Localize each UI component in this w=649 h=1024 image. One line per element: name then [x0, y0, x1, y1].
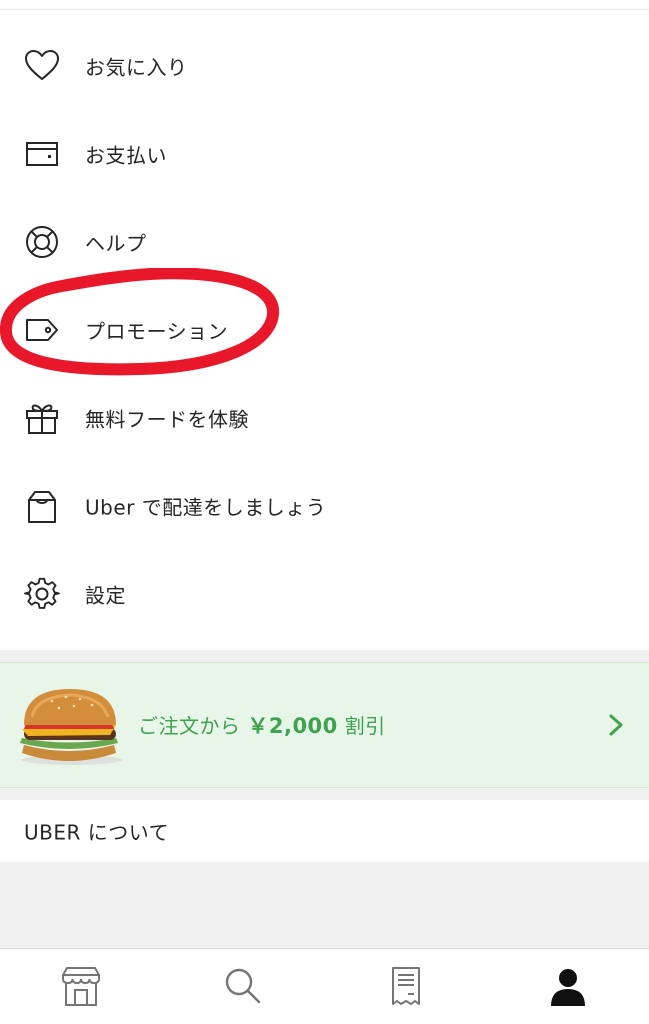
top-divider: [0, 9, 649, 10]
gear-icon: [24, 576, 60, 612]
account-icon: [550, 968, 585, 1006]
menu-item-label: 設定: [85, 583, 126, 608]
chevron-right-icon: [609, 714, 623, 736]
tab-home[interactable]: [0, 949, 162, 1024]
menu-item-payment[interactable]: お支払い: [0, 110, 649, 198]
empty-area: [0, 862, 649, 948]
heart-icon: [24, 48, 60, 84]
about-uber-item[interactable]: UBER について: [0, 800, 649, 862]
tab-search[interactable]: [162, 949, 324, 1024]
gift-icon: [24, 400, 60, 436]
menu-item-label: お気に入り: [85, 55, 188, 80]
tab-orders[interactable]: [325, 949, 487, 1024]
bottom-tab-bar: [0, 948, 649, 1024]
promo-banner[interactable]: ご注文から ￥2,000 割引: [0, 662, 649, 788]
wallet-icon: [24, 136, 60, 172]
tag-icon: [24, 312, 60, 348]
menu-item-label: お支払い: [85, 143, 167, 168]
store-icon: [62, 966, 101, 1006]
menu-item-label: 無料フードを体験: [85, 407, 249, 432]
bag-icon: [24, 488, 60, 524]
menu-item-label: プロモーション: [85, 319, 229, 344]
menu-item-favorites[interactable]: お気に入り: [0, 22, 649, 110]
promo-text-suffix: 割引: [344, 714, 386, 738]
menu-item-settings[interactable]: 設定: [0, 550, 649, 638]
menu-item-free-food[interactable]: 無料フードを体験: [0, 374, 649, 462]
account-menu: お気に入り お支払い ヘルプ プロモーション 無料フードを体験 Uber で配達…: [0, 22, 649, 638]
menu-item-label: ヘルプ: [85, 231, 147, 256]
lifebuoy-icon: [24, 224, 60, 260]
menu-item-help[interactable]: ヘルプ: [0, 198, 649, 286]
menu-item-promotions[interactable]: プロモーション: [0, 286, 649, 374]
menu-item-deliver-with-uber[interactable]: Uber で配達をしましょう: [0, 462, 649, 550]
promo-amount: ￥2,000: [247, 714, 338, 738]
burger-image: [20, 689, 122, 765]
receipt-icon: [391, 966, 420, 1005]
tab-account[interactable]: [487, 949, 649, 1024]
search-icon: [226, 968, 261, 1003]
promo-text: ご注文から ￥2,000 割引: [138, 710, 386, 740]
menu-item-label: Uber で配達をしましょう: [85, 495, 327, 520]
about-uber-label: UBER について: [24, 820, 170, 845]
promo-text-prefix: ご注文から: [138, 714, 241, 738]
